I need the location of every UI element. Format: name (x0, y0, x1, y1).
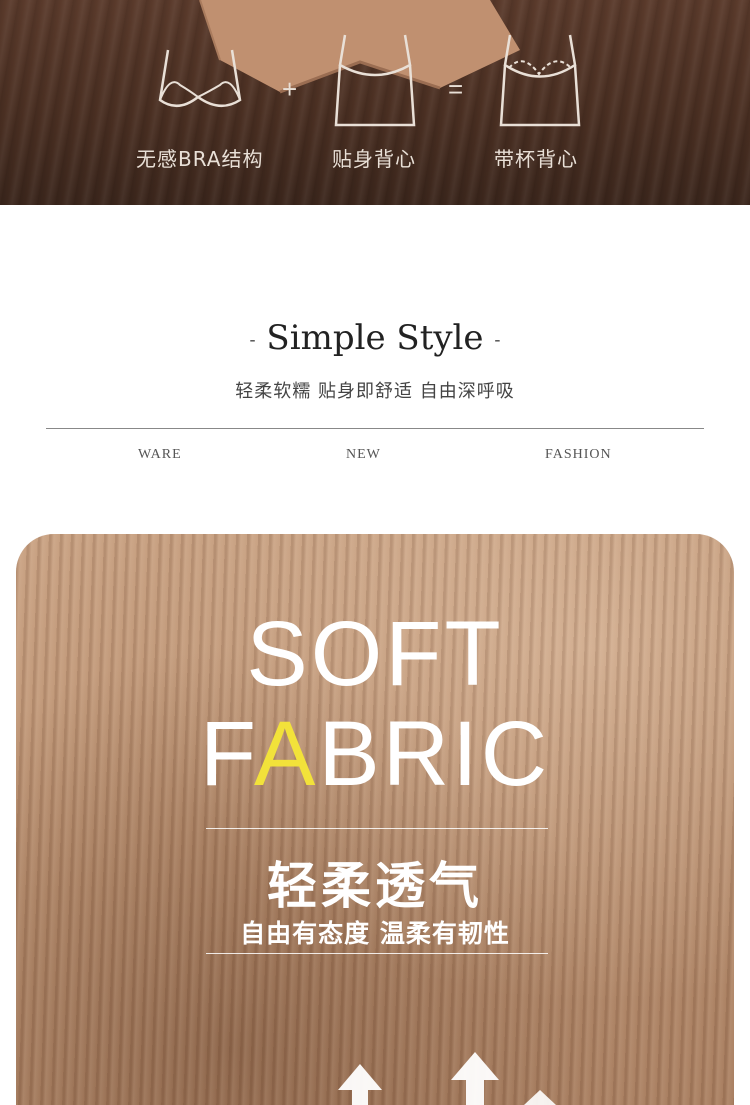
title-text: Simple Style (266, 318, 484, 358)
title-dash-left: - (249, 329, 256, 351)
breathable-up-arrow-icon (338, 1064, 382, 1105)
headline-chinese: 轻柔透气 (267, 857, 483, 915)
breathable-up-arrow-icon (524, 1090, 556, 1105)
headline-rule-top (206, 828, 548, 829)
subheadline-chinese: 自由有态度 温柔有韧性 (240, 919, 510, 948)
fabric-highlight-letter: A (253, 703, 319, 805)
headline-fabric: FABRIC (0, 708, 750, 800)
keyword-ware: WARE (138, 447, 182, 462)
keyword-fashion: FASHION (545, 447, 612, 462)
bra-structure-icon (158, 49, 242, 107)
feature-banner: + = 无感BRA结构 贴身背心 带杯背心 (0, 0, 750, 205)
divider-line (46, 428, 704, 429)
plus-sign: + (282, 74, 298, 104)
equals-sign: = (448, 74, 464, 104)
fabric-letters-end: BRIC (318, 703, 551, 805)
caption-bra-structure: 无感BRA结构 (136, 147, 264, 171)
section-subtitle: 轻柔软糯 贴身即舒适 自由深呼吸 (235, 381, 515, 402)
section-title: - Simple Style - (0, 318, 750, 358)
padded-vest-icon (499, 34, 581, 127)
caption-fitted-vest: 贴身背心 (332, 147, 416, 171)
fitted-vest-icon (334, 34, 416, 127)
keyword-new: NEW (346, 447, 381, 462)
headline-soft: SOFT (246, 603, 504, 705)
fabric-letters-start: F (199, 703, 254, 805)
breathable-up-arrow-icon (451, 1052, 499, 1105)
caption-padded-vest: 带杯背心 (494, 147, 578, 171)
title-dash-right: - (494, 329, 501, 351)
headline-rule-bottom (206, 953, 548, 954)
